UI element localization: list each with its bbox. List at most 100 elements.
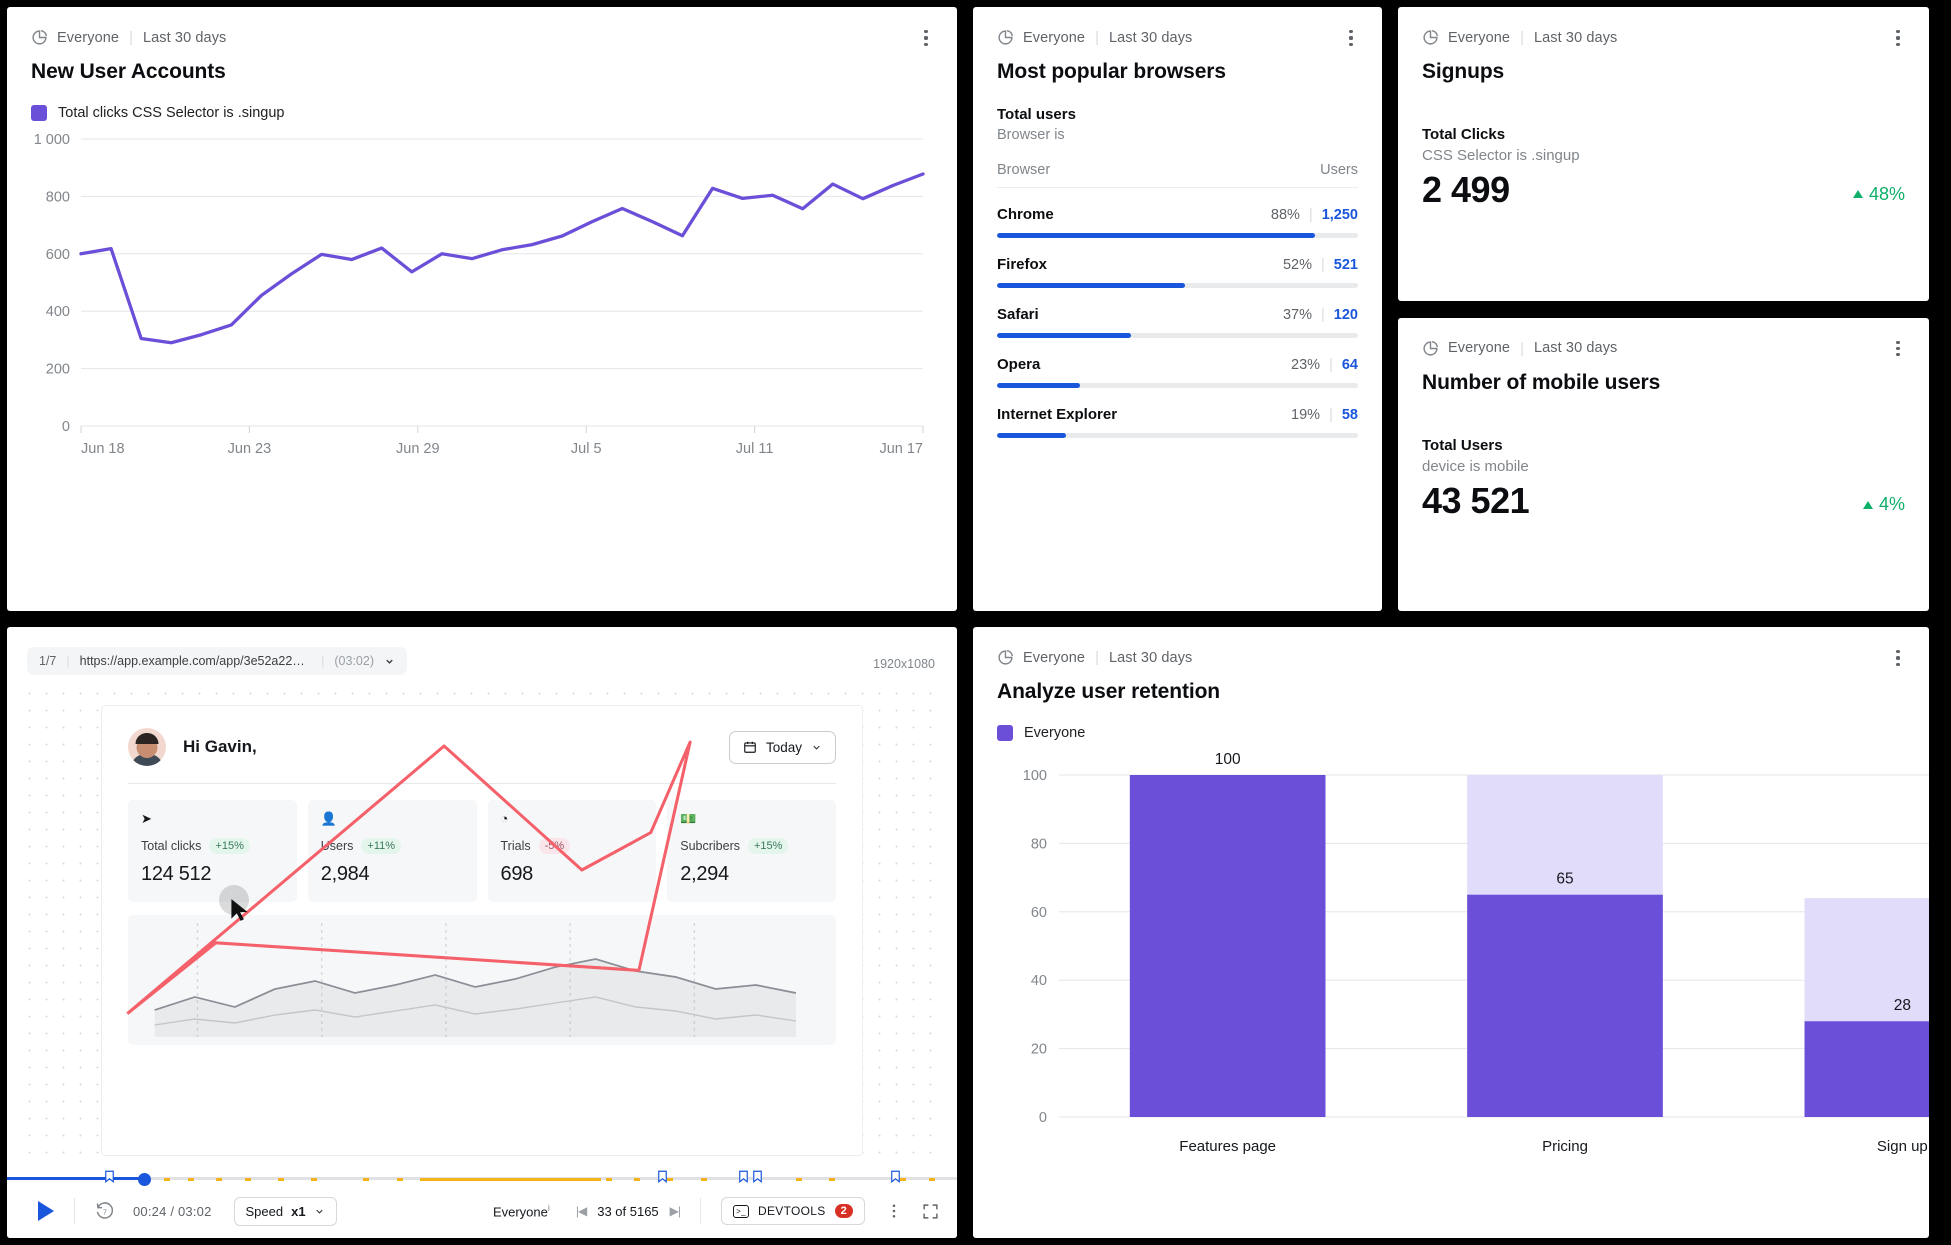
card-header: Everyone | Last 30 days — [1398, 318, 1929, 357]
calendar-icon — [744, 741, 756, 753]
browser-users: 120 — [1333, 307, 1358, 323]
terminal-icon: >_ — [733, 1204, 750, 1218]
browser-users: 64 — [1341, 357, 1358, 373]
row-values: 19% | 58 — [1291, 407, 1358, 423]
table-row[interactable]: Chrome 88% | 1,250 — [997, 206, 1358, 238]
fullscreen-button[interactable] — [921, 1202, 939, 1220]
svg-text:65: 65 — [1556, 871, 1573, 888]
metric-tile[interactable]: ◔ Trials -5% 698 — [487, 800, 657, 902]
player-more-button[interactable] — [885, 1202, 903, 1220]
svg-text:40: 40 — [1031, 973, 1047, 989]
player-controls: 7 00:24 / 03:02 Speed x1 Everyonei |◀ 33… — [7, 1185, 957, 1237]
url-bar[interactable]: 1/7 | https://app.example.com/app/3e52a2… — [27, 647, 407, 675]
speed-button[interactable]: Speed x1 — [233, 1196, 337, 1226]
player-segment-label[interactable]: Everyonei — [493, 1203, 550, 1219]
card-menu-button[interactable] — [1889, 649, 1907, 667]
prev-session-button[interactable]: |◀ — [576, 1204, 587, 1218]
chevron-down-icon — [315, 1209, 323, 1214]
tile-meta: Users +11% — [321, 838, 464, 854]
play-button[interactable] — [38, 1201, 54, 1221]
more-vertical-icon — [892, 1204, 896, 1218]
card-header: Everyone | Last 30 days — [1398, 7, 1929, 46]
svg-text:800: 800 — [46, 189, 70, 205]
tile-label: Users — [320, 839, 354, 853]
card-menu-button[interactable] — [917, 29, 935, 47]
date-picker-button[interactable]: Today — [728, 730, 836, 764]
trend-up-icon — [1852, 190, 1863, 199]
browser-percent: 19% — [1291, 407, 1321, 423]
bookmark-flag-icon[interactable] — [104, 1170, 114, 1183]
progress-fill — [997, 383, 1081, 388]
column-header-users: Users — [1320, 162, 1358, 178]
svg-text:28: 28 — [1894, 997, 1911, 1014]
value-divider: | — [1329, 357, 1333, 373]
speed-value: x1 — [291, 1203, 306, 1219]
kpi-label: Total Clicks — [1422, 126, 1506, 143]
row-top: Safari 37% | 120 — [997, 306, 1358, 323]
metric-tile[interactable]: ➤ Total clicks +15% 124 512 — [128, 800, 297, 902]
svg-text:100: 100 — [1215, 751, 1241, 768]
table-row[interactable]: Safari 37% | 120 — [997, 306, 1358, 338]
date-range-label: Last 30 days — [1533, 29, 1618, 46]
tile-value: 698 — [500, 863, 534, 885]
table-row[interactable]: Firefox 52% | 521 — [997, 256, 1358, 288]
timeline-scrubber[interactable] — [7, 1170, 957, 1186]
session-replay-card: 1/7 | https://app.example.com/app/3e52a2… — [7, 627, 957, 1238]
metric-summary: Total users Browser is — [973, 84, 1382, 143]
browser-users: 521 — [1333, 257, 1358, 273]
tile-delta-badge: -5% — [538, 838, 571, 854]
tile-delta-badge: +11% — [361, 838, 402, 854]
card-menu-button[interactable] — [1342, 29, 1360, 47]
url-divider-2: | — [321, 654, 325, 668]
next-session-button[interactable]: ▶| — [670, 1204, 681, 1218]
tile-meta: Trials -5% — [501, 838, 644, 854]
bookmark-flag-icon[interactable] — [752, 1170, 762, 1183]
cursor-icon: ➤ — [141, 811, 152, 826]
replay-stage[interactable]: Hi Gavin, Today ➤ Total clicks +15% 124 512… — [21, 685, 943, 1168]
bookmark-flag-icon[interactable] — [738, 1170, 748, 1183]
card-menu-button[interactable] — [1889, 340, 1907, 358]
pie-chart-icon — [998, 30, 1013, 45]
tile-value: 124 512 — [141, 863, 212, 885]
card-menu-button[interactable] — [1889, 29, 1907, 47]
metric-tile[interactable]: 💵 Subcribers +15% 2,294 — [667, 800, 836, 902]
segment-label: Everyone — [1448, 29, 1511, 46]
row-values: 23% | 64 — [1291, 357, 1358, 373]
divider — [74, 1198, 75, 1224]
kpi-value: 2 499 — [1422, 169, 1510, 210]
most-popular-browsers-card: Everyone | Last 30 days Most popular bro… — [973, 7, 1382, 611]
kpi-filter: device is mobile — [1422, 457, 1529, 475]
row-top: Chrome 88% | 1,250 — [997, 206, 1358, 223]
svg-text:Jul 5: Jul 5 — [571, 441, 602, 457]
row-values: 37% | 120 — [1283, 307, 1358, 323]
table-row[interactable]: Opera 23% | 64 — [997, 356, 1358, 388]
kpi-delta: 4% — [1862, 494, 1905, 520]
value-divider: | — [1321, 307, 1325, 323]
bookmark-flag-icon[interactable] — [890, 1170, 900, 1183]
svg-text:Features page: Features page — [1179, 1138, 1276, 1155]
chevron-down-icon — [813, 745, 820, 750]
avatar — [128, 728, 166, 766]
svg-text:Jun 18: Jun 18 — [81, 441, 125, 457]
svg-text:Jun 29: Jun 29 — [396, 441, 440, 457]
metric-tile[interactable]: 👤 Users +11% 2,984 — [307, 800, 477, 902]
browser-percent: 23% — [1291, 357, 1321, 373]
timeline-handle[interactable] — [138, 1172, 152, 1186]
card-header: Everyone | Last 30 days — [973, 627, 1929, 666]
bookmark-flag-icon[interactable] — [657, 1170, 667, 1183]
table-row[interactable]: Internet Explorer 19% | 58 — [997, 406, 1358, 438]
rewind-icon[interactable]: 7 — [95, 1201, 115, 1221]
legend-label: Total clicks CSS Selector is .singup — [58, 105, 285, 121]
devtools-badge: 2 — [834, 1204, 853, 1218]
date-range-label: Last 30 days — [1108, 29, 1193, 46]
devtools-button[interactable]: >_ DEVTOOLS 2 — [721, 1197, 865, 1225]
svg-text:100: 100 — [1023, 768, 1047, 784]
header-divider: | — [1520, 339, 1524, 357]
chevron-down-icon[interactable] — [384, 656, 395, 667]
column-header-browser: Browser — [997, 162, 1051, 178]
browser-name: Safari — [997, 306, 1039, 323]
speed-label: Speed — [245, 1203, 284, 1219]
fullscreen-icon — [922, 1203, 938, 1219]
url-divider: | — [66, 654, 70, 668]
svg-text:1 000: 1 000 — [34, 132, 70, 148]
